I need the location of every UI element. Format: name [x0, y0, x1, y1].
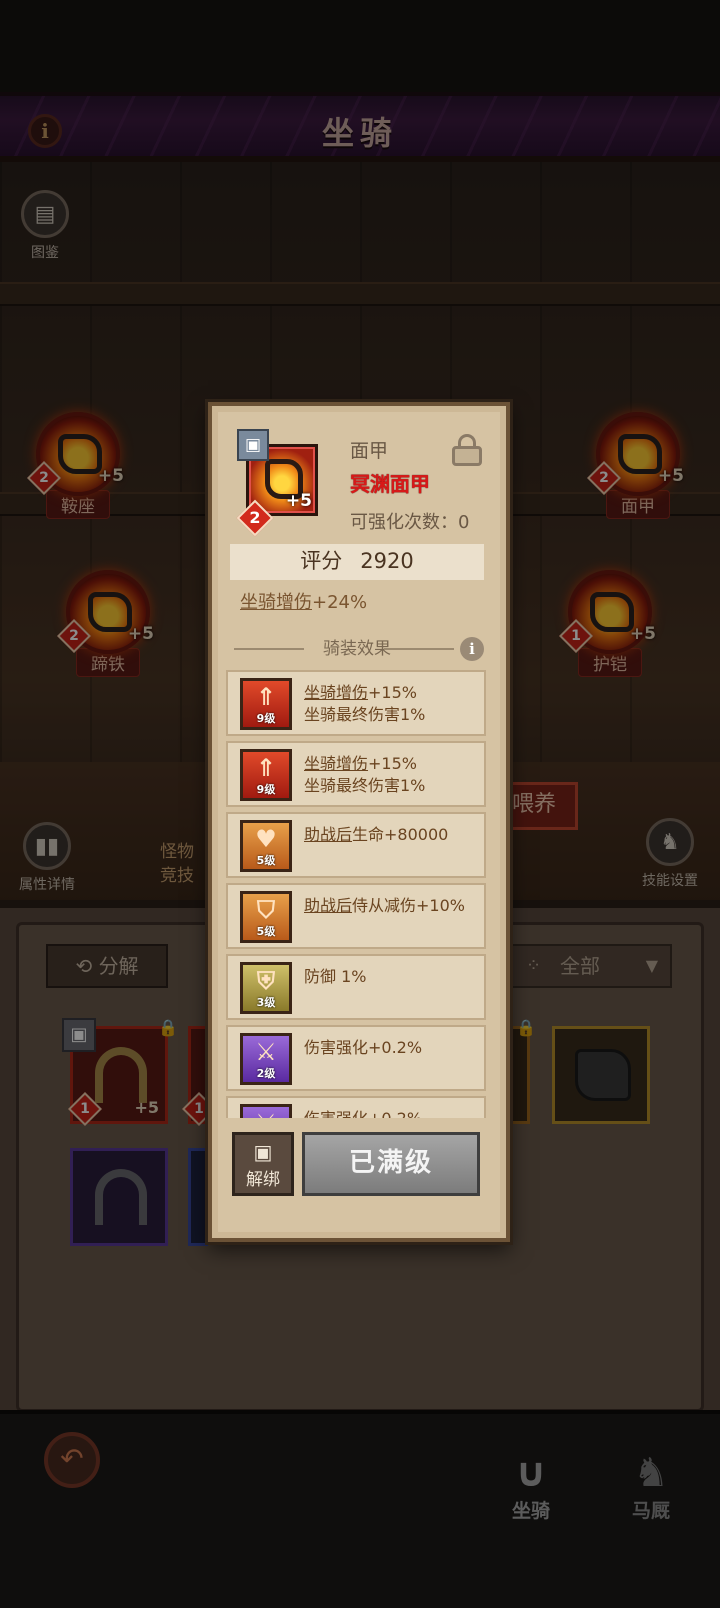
effect-row: ⛉ 5级 助战后侍从减伤+10%: [226, 883, 486, 949]
item-plus: +5: [285, 491, 312, 511]
sword-icon: ⚔: [240, 1104, 292, 1118]
score-value: 2920: [360, 549, 414, 573]
score-bar: 评分 2920: [230, 544, 484, 580]
item-slot-type: 面甲: [350, 440, 389, 462]
effect-row: ⛨ 3级 防御 1%: [226, 954, 486, 1020]
gift-icon: ▣: [237, 429, 269, 461]
lock-icon[interactable]: [452, 434, 482, 466]
score-label: 评分: [300, 549, 343, 573]
defense-shield-icon: ⛨ 3级: [240, 962, 292, 1014]
damage-up-icon: ⇑ 9级: [240, 678, 292, 730]
item-bonus: 坐骑增伤+24%: [240, 592, 368, 613]
gift-icon: ▣: [253, 1140, 273, 1164]
effect-row: ⚔ 伤害强化+0.2%: [226, 1096, 486, 1118]
enhance-count-line: 可强化次数：0: [350, 512, 470, 533]
effect-row: ⚔ 2级 伤害强化+0.2%: [226, 1025, 486, 1091]
section-title: 骑装效果: [323, 639, 391, 659]
sword-icon: ⚔ 2级: [240, 1033, 292, 1085]
effect-row: ⇑ 9级 坐骑增伤+15% 坐骑最终伤害1%: [226, 741, 486, 807]
shield-icon: ⛉ 5级: [240, 891, 292, 943]
damage-up-icon: ⇑ 9级: [240, 749, 292, 801]
item-name: 冥渊面甲: [350, 472, 430, 496]
info-icon[interactable]: i: [460, 637, 484, 661]
unbind-label: 解绑: [246, 1170, 280, 1190]
max-level-button[interactable]: 已满级: [302, 1132, 480, 1196]
effect-row: ⇑ 9级 坐骑增伤+15% 坐骑最终伤害1%: [226, 670, 486, 736]
heart-icon: ♥ 5级: [240, 820, 292, 872]
effects-list[interactable]: ⇑ 9级 坐骑增伤+15% 坐骑最终伤害1% ⇑ 9级 坐骑增伤+15% 坐骑最终伤害1…: [226, 670, 488, 1118]
effect-row: ♥ 5级 助战后生命+80000: [226, 812, 486, 878]
item-detail-popup: +5 ▣ 2 面甲 冥渊面甲 可强化次数：0 评分 2920 坐骑增伤+24% 骑…: [208, 402, 510, 1242]
unbind-button[interactable]: ▣ 解绑: [232, 1132, 294, 1196]
section-header: 骑装效果 i: [230, 634, 484, 664]
